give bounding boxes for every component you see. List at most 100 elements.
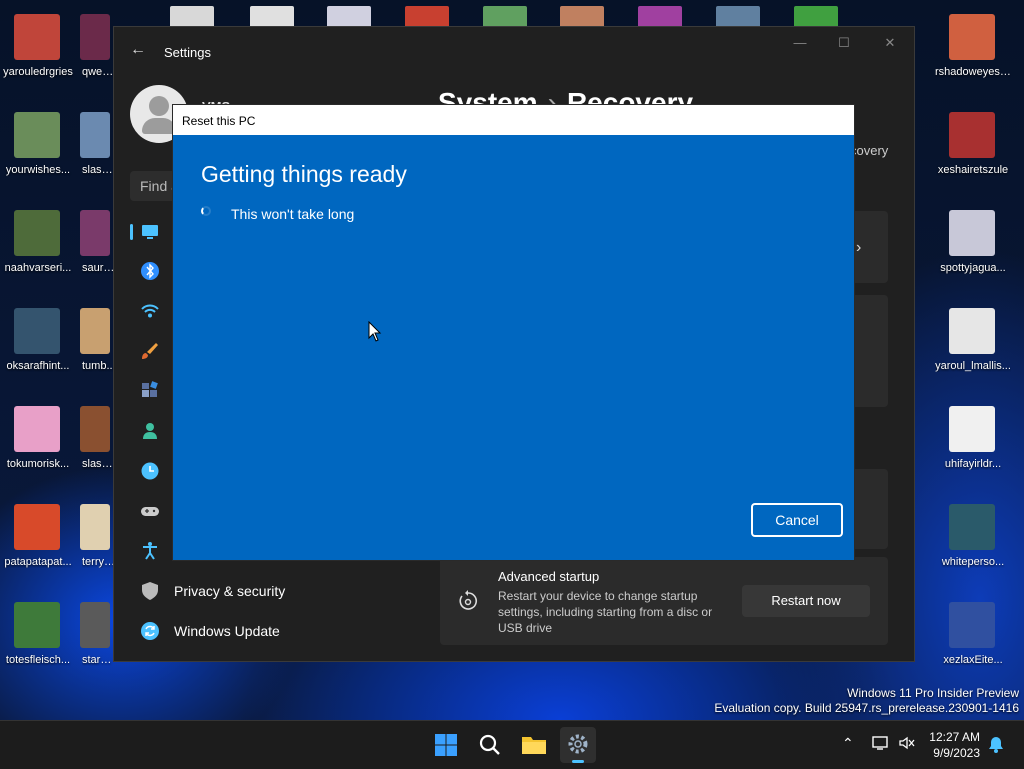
- desktop-icon-thumbnail: [14, 406, 60, 452]
- dialog-heading: Getting things ready: [201, 161, 407, 187]
- desktop-icon-label: stardr...: [82, 654, 116, 666]
- brush-icon: [140, 341, 160, 361]
- desktop: yarouledrgries yourwishes... naahvarseri..…: [0, 0, 1024, 720]
- restart-icon: [456, 589, 480, 613]
- recovery-partial-text: covery: [850, 143, 889, 158]
- desktop-icon[interactable]: yaroul_lmallis...: [935, 302, 1011, 388]
- sidebar-item-update[interactable]: Windows Update: [130, 613, 410, 649]
- desktop-icon[interactable]: tumb...: [80, 302, 116, 388]
- wifi-icon: [140, 301, 160, 321]
- search-icon: [479, 734, 500, 755]
- desktop-icon[interactable]: rshadoweyess...: [935, 8, 1011, 94]
- dialog-titlebar: Reset this PC: [173, 105, 854, 135]
- clock[interactable]: 12:27 AM 9/9/2023: [929, 729, 980, 761]
- desktop-icon[interactable]: saurd...: [80, 204, 116, 290]
- desktop-icon-thumbnail: [14, 308, 60, 354]
- monitor-icon: [140, 221, 160, 241]
- desktop-icon-thumbnail: [949, 602, 995, 648]
- update-icon: [140, 621, 160, 641]
- back-button[interactable]: ←: [130, 41, 150, 61]
- minimize-button[interactable]: —: [786, 35, 814, 55]
- network-icon[interactable]: [872, 735, 890, 751]
- search-button[interactable]: [472, 727, 508, 763]
- desktop-icon[interactable]: terryb...: [80, 498, 116, 584]
- desktop-icon-thumbnail: [949, 308, 995, 354]
- file-explorer-button[interactable]: [516, 727, 552, 763]
- desktop-icon-thumbnail: [80, 112, 110, 158]
- desktop-icon-partial[interactable]: [170, 6, 214, 28]
- clock-date: 9/9/2023: [933, 746, 980, 760]
- desktop-icon-partial[interactable]: [716, 6, 760, 28]
- dialog-title: Reset this PC: [182, 114, 256, 128]
- desktop-icon-label: uhifayirldr...: [944, 458, 1002, 470]
- desktop-icon[interactable]: spottyjagua...: [935, 204, 1011, 290]
- build-watermark: Windows 11 Pro Insider Preview Evaluatio…: [714, 686, 1019, 716]
- desktop-icon[interactable]: naahvarseri...: [0, 204, 76, 290]
- desktop-icon[interactable]: tokumorisk...: [0, 400, 76, 486]
- desktop-icon[interactable]: slash0...: [80, 106, 116, 192]
- watermark-line-1: Windows 11 Pro Insider Preview: [847, 686, 1019, 700]
- desktop-icon-label: terryb...: [82, 556, 116, 568]
- apps-icon: [140, 381, 160, 401]
- desktop-icon[interactable]: xezlaxEite...: [935, 596, 1011, 682]
- sidebar-item-shield[interactable]: Privacy & security: [130, 573, 410, 609]
- sidebar-item-label: Windows Update: [174, 623, 280, 639]
- desktop-icon[interactable]: yarouledrgries: [0, 8, 76, 94]
- desktop-icon-thumbnail: [14, 14, 60, 60]
- taskbar: ⌃ 12:27 AM 9/9/2023: [0, 720, 1024, 769]
- desktop-icon-partial[interactable]: [638, 6, 682, 28]
- desktop-icon-thumbnail: [949, 406, 995, 452]
- chevron-right-icon[interactable]: ›: [856, 239, 861, 257]
- desktop-icon[interactable]: oksarafhint...: [0, 302, 76, 388]
- desktop-icon-label: rshadoweyess...: [935, 66, 1011, 78]
- close-button[interactable]: ✕: [876, 35, 904, 55]
- desktop-icon[interactable]: qwert...: [80, 8, 116, 94]
- desktop-icon-thumbnail: [14, 112, 60, 158]
- desktop-icon-partial[interactable]: [483, 6, 527, 28]
- settings-taskbar-button[interactable]: [560, 727, 596, 763]
- desktop-icon-thumbnail: [14, 504, 60, 550]
- desktop-icon[interactable]: uhifayirldr...: [935, 400, 1011, 486]
- desktop-icon[interactable]: patapatapat...: [0, 498, 76, 584]
- restart-now-button[interactable]: Restart now: [742, 585, 870, 617]
- desktop-icon-thumbnail: [80, 406, 110, 452]
- advanced-startup-description: Restart your device to change startup se…: [498, 589, 713, 635]
- desktop-icon-partial[interactable]: [327, 6, 371, 28]
- desktop-icon-thumbnail: [80, 210, 110, 256]
- desktop-icon-label: slash0...: [82, 164, 116, 176]
- desktop-icon-label: yarouledrgries: [3, 66, 73, 78]
- desktop-icon-label: whiteperso...: [941, 556, 1005, 568]
- tray-chevron-icon[interactable]: ⌃: [842, 735, 854, 752]
- desktop-icon-label: slash...: [82, 458, 116, 470]
- avatar-head: [149, 96, 169, 116]
- cancel-button[interactable]: Cancel: [751, 503, 843, 537]
- desktop-icon[interactable]: yourwishes...: [0, 106, 76, 192]
- desktop-icon-partial[interactable]: [560, 6, 604, 28]
- desktop-icon[interactable]: slash...: [80, 400, 116, 486]
- desktop-icon-partial[interactable]: [405, 6, 449, 28]
- desktop-icon-thumbnail: [949, 14, 995, 60]
- watermark-line-2: Evaluation copy. Build 25947.rs_prerelea…: [714, 701, 1019, 715]
- desktop-icon[interactable]: totesfleisch...: [0, 596, 76, 682]
- window-title: Settings: [164, 45, 211, 60]
- desktop-icon-thumbnail: [80, 602, 110, 648]
- desktop-icon-partial[interactable]: [794, 6, 838, 28]
- gamepad-icon: [140, 501, 160, 521]
- volume-muted-icon[interactable]: [898, 735, 916, 751]
- desktop-icon[interactable]: xeshairetszule: [935, 106, 1011, 192]
- maximize-button[interactable]: ☐: [830, 35, 858, 55]
- desktop-icon-label: xezlaxEite...: [943, 654, 1003, 666]
- desktop-icon[interactable]: stardr...: [80, 596, 116, 682]
- desktop-icon-label: naahvarseri...: [4, 262, 72, 274]
- notification-bell-icon[interactable]: [988, 735, 1004, 753]
- desktop-icon[interactable]: whiteperso...: [935, 498, 1011, 584]
- desktop-icon-thumbnail: [80, 504, 110, 550]
- desktop-icon-partial[interactable]: [250, 6, 294, 28]
- folder-icon: [522, 737, 546, 754]
- start-button[interactable]: [428, 727, 464, 763]
- desktop-icon-label: oksarafhint...: [6, 360, 70, 372]
- desktop-icon-label: yaroul_lmallis...: [935, 360, 1011, 372]
- desktop-icon-thumbnail: [14, 602, 60, 648]
- desktop-icon-label: tumb...: [82, 360, 116, 372]
- desktop-icon-thumbnail: [949, 210, 995, 256]
